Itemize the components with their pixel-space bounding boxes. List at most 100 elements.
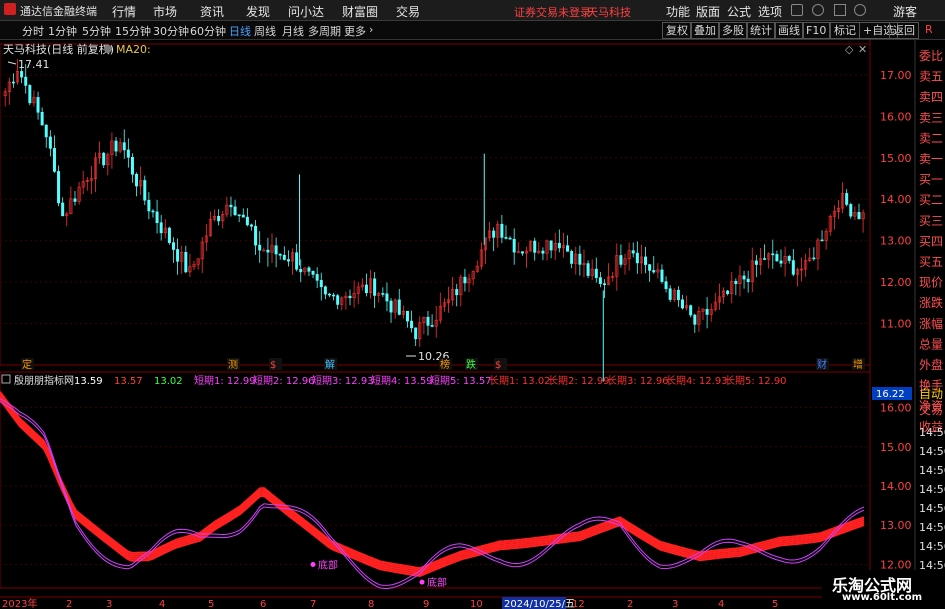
guest-user[interactable]: 游客 bbox=[893, 3, 917, 20]
btn-fuquan[interactable]: 复权 bbox=[662, 22, 692, 39]
menu-market[interactable]: 市场 bbox=[153, 3, 177, 20]
btn-overlay[interactable]: 叠加 bbox=[690, 22, 720, 39]
candle-body bbox=[20, 71, 24, 78]
period-30min[interactable]: 30分钟 bbox=[153, 23, 189, 39]
indicator-value: 13.57 bbox=[114, 376, 143, 387]
candle-body bbox=[135, 173, 139, 187]
candle-body bbox=[812, 257, 816, 260]
btn-f10[interactable]: F10 bbox=[802, 22, 831, 39]
candle-body bbox=[644, 256, 648, 265]
high-pointer bbox=[7, 61, 17, 65]
candle-body bbox=[570, 251, 574, 264]
candle-body bbox=[11, 81, 15, 84]
candle-body bbox=[598, 277, 602, 284]
r-icon[interactable]: R bbox=[925, 23, 933, 36]
quote-row-label: 买一 bbox=[919, 173, 943, 187]
menu-discover[interactable]: 发现 bbox=[246, 3, 270, 20]
candle-body bbox=[430, 325, 434, 327]
x-axis-label: 3 bbox=[106, 599, 112, 609]
menu-quote[interactable]: 行情 bbox=[112, 3, 136, 20]
app-title: 通达信金融终端 bbox=[20, 5, 97, 18]
trade-time: 14:56 bbox=[919, 426, 945, 439]
candle-body bbox=[705, 308, 709, 315]
menu-layout[interactable]: 版面 bbox=[696, 3, 720, 20]
skin-icon[interactable] bbox=[791, 4, 803, 16]
menu-function[interactable]: 功能 bbox=[666, 3, 690, 20]
menu-news[interactable]: 资讯 bbox=[200, 3, 224, 20]
axis-labels: 17.00 16.00 15.00 14.00 13.00 12.00 11.00 16.00… bbox=[2, 69, 912, 609]
event-marker: 财 bbox=[817, 358, 827, 371]
quote-row-label: 买二 bbox=[919, 193, 943, 207]
settings-icon[interactable] bbox=[834, 4, 846, 16]
event-marker: 测 bbox=[228, 358, 238, 371]
trade-time: 14:56 bbox=[919, 464, 945, 477]
period-5min[interactable]: 5分钟 bbox=[82, 23, 111, 39]
menu-formula[interactable]: 公式 bbox=[727, 3, 751, 20]
bottom-dot bbox=[310, 561, 316, 567]
period-more[interactable]: 更多 bbox=[344, 23, 366, 39]
candle-body bbox=[541, 250, 545, 254]
menu-trade[interactable]: 交易 bbox=[396, 3, 420, 20]
btn-multistock[interactable]: 多股 bbox=[718, 22, 748, 39]
chart-area[interactable]: 天马科技(日线 前复权) MA20:17.4110.26◇ ✕ 定测 $ 解榜跌 $ 财增 … bbox=[0, 40, 945, 609]
period-15min[interactable]: 15分钟 bbox=[115, 23, 151, 39]
candle-body bbox=[693, 314, 697, 325]
x-axis-label: 2 bbox=[66, 599, 72, 609]
chevron-right-icon[interactable]: › bbox=[369, 23, 373, 36]
message-icon[interactable] bbox=[812, 4, 824, 16]
candle-body bbox=[295, 252, 299, 270]
period-daily[interactable]: 日线 bbox=[229, 23, 251, 39]
period-weekly[interactable]: 周线 bbox=[254, 23, 276, 39]
candle-body bbox=[455, 289, 459, 296]
btn-stats[interactable]: 统计 bbox=[746, 22, 776, 39]
period-timeshare[interactable]: 分时 bbox=[22, 23, 44, 39]
trade-time: 14:56 bbox=[919, 483, 945, 496]
candle-body bbox=[130, 157, 134, 175]
event-marker: 增 bbox=[853, 358, 863, 371]
menu-wealth[interactable]: 财富圈 bbox=[342, 3, 378, 20]
menu-options[interactable]: 选项 bbox=[758, 3, 782, 20]
quote-row-label: 卖一 bbox=[919, 152, 943, 166]
help-icon[interactable] bbox=[854, 4, 866, 16]
candle-body bbox=[660, 269, 664, 282]
candle-body bbox=[631, 250, 635, 254]
trade-login-warning[interactable]: 证券交易未登录 bbox=[514, 4, 591, 20]
x-axis-label: 5 bbox=[772, 599, 778, 609]
candle-body bbox=[754, 260, 758, 265]
candle-body bbox=[594, 268, 598, 278]
ma-toggle-icon bbox=[104, 45, 112, 53]
period-60min[interactable]: 60分钟 bbox=[190, 23, 226, 39]
candle-body bbox=[533, 240, 537, 253]
btn-mark[interactable]: 标记 bbox=[830, 22, 860, 39]
quote-row-label: 卖二 bbox=[919, 131, 943, 145]
candle-body bbox=[680, 299, 684, 309]
period-1min[interactable]: 1分钟 bbox=[48, 23, 77, 39]
candle-body bbox=[233, 206, 237, 216]
period-multi[interactable]: 多周期 bbox=[308, 23, 341, 39]
indicator-settings-icon bbox=[1, 374, 11, 384]
indicator-value: 长期4: 12.93 bbox=[666, 375, 728, 387]
menu-ask[interactable]: 问小达 bbox=[288, 3, 324, 20]
btn-draw[interactable]: 画线 bbox=[774, 22, 804, 39]
candle-body bbox=[549, 240, 553, 251]
candle-body bbox=[742, 275, 746, 280]
indicator-lines: 底部底部 bbox=[0, 391, 865, 589]
candle-body bbox=[602, 283, 606, 285]
quote-row-label: 交易 bbox=[919, 402, 943, 417]
candle-body bbox=[381, 293, 385, 295]
candle-body bbox=[147, 199, 151, 212]
btn-back[interactable]: 返回 bbox=[889, 22, 919, 39]
candle-body bbox=[586, 263, 590, 276]
candle-body bbox=[676, 289, 680, 301]
candle-body bbox=[315, 274, 319, 281]
candle-body bbox=[28, 85, 32, 104]
y-tick-label: 16.00 bbox=[880, 110, 912, 123]
candle-body bbox=[286, 259, 290, 262]
event-marker: 解 bbox=[325, 358, 335, 371]
candle-body bbox=[820, 239, 824, 242]
candle-body bbox=[155, 211, 159, 224]
candle-body bbox=[787, 256, 791, 261]
watermark: 乐淘公式网 www.60lt.com bbox=[822, 570, 945, 609]
period-monthly[interactable]: 月线 bbox=[282, 23, 304, 39]
candle-body bbox=[57, 171, 61, 204]
